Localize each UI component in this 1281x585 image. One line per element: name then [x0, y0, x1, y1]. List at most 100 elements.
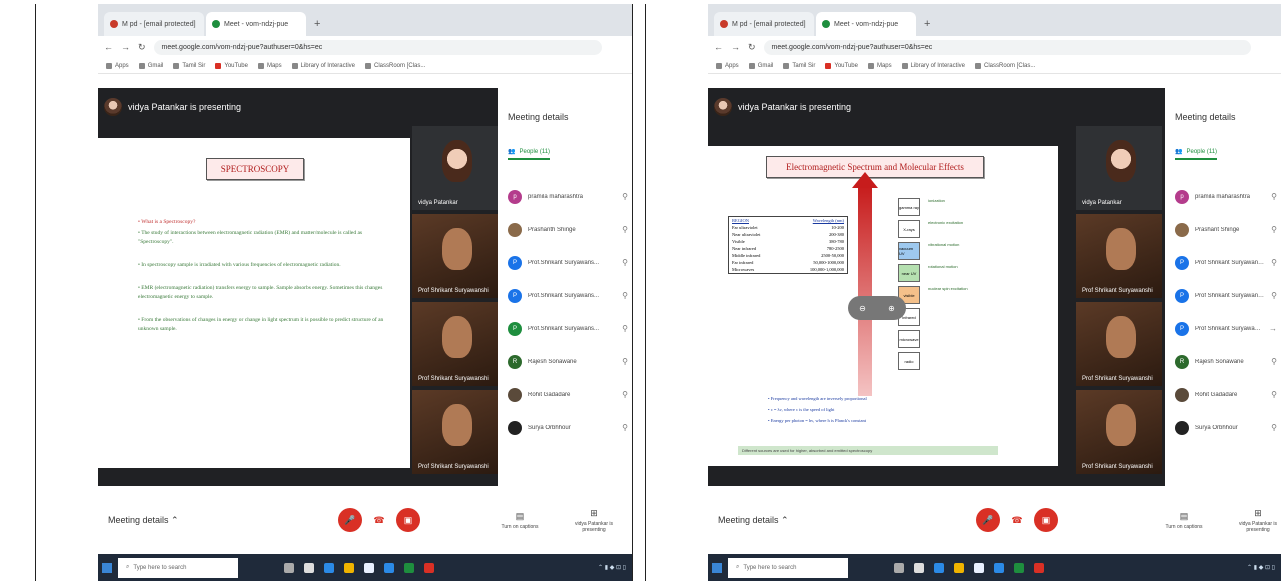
end-call-icon[interactable]: ☎	[1010, 515, 1024, 526]
participant-tile[interactable]: Prof Shrikant Suryawanshi	[412, 214, 498, 298]
pin-icon[interactable]: ⚲	[1271, 291, 1277, 300]
back-icon[interactable]: ←	[714, 42, 723, 52]
pin-icon[interactable]: ⚲	[622, 390, 628, 399]
new-tab-icon[interactable]: +	[918, 18, 936, 36]
list-item[interactable]: R Rajesh Sonawane ⚲	[508, 345, 628, 378]
app-icon[interactable]	[324, 562, 334, 573]
bookmark[interactable]: Maps	[257, 62, 282, 69]
pin-icon[interactable]: ⚲	[1271, 390, 1277, 399]
app-icon[interactable]	[934, 562, 944, 573]
list-item[interactable]: p pramila maharashtra ⚲	[508, 180, 628, 213]
present-button[interactable]: ⊞ vidya Patankar is presenting	[1236, 508, 1280, 533]
app-icon[interactable]	[364, 562, 374, 573]
list-item[interactable]: P Prof Shrikant Suryawans... ⚲	[1175, 246, 1277, 279]
app-icon[interactable]	[1034, 562, 1044, 573]
pin-icon[interactable]: ⚲	[622, 192, 628, 201]
participant-tile[interactable]: Prof Shrikant Suryawanshi	[412, 302, 498, 386]
url-field[interactable]: meet.google.com/vom-ndzj-pue?authuser=0&…	[763, 39, 1251, 55]
meeting-details-toggle[interactable]: Meeting details ⌃	[108, 515, 179, 526]
list-item[interactable]: R Rajesh Sonawane ⚲	[1175, 345, 1277, 378]
bookmark[interactable]: ClassRoom [Clas...	[364, 62, 425, 69]
reload-icon[interactable]: ↻	[748, 42, 756, 53]
taskbar-search[interactable]: ⌕ Type here to search	[118, 557, 238, 578]
bookmark[interactable]: Gmail	[138, 62, 163, 69]
tab-gmail[interactable]: M pd - [email protected]	[104, 12, 204, 36]
list-item[interactable]: P Prof.Shrikant Suryawans... ⚲	[508, 279, 628, 312]
windows-icon[interactable]	[102, 562, 112, 573]
list-item[interactable]: Prashanth Shinge ⚲	[508, 213, 628, 246]
back-icon[interactable]: ←	[104, 42, 113, 52]
pin-icon[interactable]: ⚲	[622, 357, 628, 366]
reload-icon[interactable]: ↻	[138, 42, 146, 53]
bookmark[interactable]: Apps	[716, 62, 739, 69]
url-field[interactable]: meet.google.com/vom-ndzj-pue?authuser=0&…	[153, 39, 602, 55]
participant-tile[interactable]: vidya Patankar	[1076, 126, 1162, 210]
app-icon[interactable]	[424, 562, 434, 573]
pin-icon[interactable]: ⚲	[1271, 357, 1277, 366]
list-item[interactable]: P Prof.Shrikant Suryawans... ⚲	[508, 312, 628, 345]
app-icon[interactable]	[974, 562, 984, 573]
app-icon[interactable]	[304, 562, 314, 573]
list-item[interactable]: Rohit Gadadare ⚲	[1175, 378, 1277, 411]
pin-icon[interactable]: ⚲	[1271, 192, 1277, 201]
bookmark[interactable]: Tamil Sir	[173, 62, 205, 69]
tab-meet[interactable]: Meet - vom-ndzj-pue	[816, 12, 916, 36]
new-tab-icon[interactable]: +	[308, 18, 326, 36]
participant-tile[interactable]: Prof Shrikant Suryawanshi	[1076, 302, 1162, 386]
participant-tile[interactable]: vidya Patankar	[412, 126, 498, 210]
pin-icon[interactable]: ⚲	[622, 225, 628, 234]
zoom-out-icon[interactable]: ⊖	[859, 304, 866, 313]
taskbar-search[interactable]: ⌕ Type here to search	[728, 557, 848, 578]
list-item[interactable]: P Prof Shrikant Suryawans... ⚲	[1175, 279, 1277, 312]
camera-off-icon[interactable]: ▣	[1034, 508, 1058, 532]
bookmark[interactable]: Maps	[867, 62, 892, 69]
bookmark[interactable]: Library of Interactive	[901, 62, 965, 69]
app-icon[interactable]	[384, 562, 394, 573]
app-icon[interactable]	[954, 562, 964, 573]
slide-zoom-control[interactable]: ⊖ ⊕	[848, 296, 906, 320]
pin-icon[interactable]: ⚲	[622, 291, 628, 300]
list-item[interactable]: Prashant Shinge ⚲	[1175, 213, 1277, 246]
pin-icon[interactable]: ⚲	[1271, 258, 1277, 267]
participant-tile[interactable]: Prof Shrikant Suryawanshi	[1076, 390, 1162, 474]
participant-tile[interactable]: Prof Shrikant Suryawanshi	[1076, 214, 1162, 298]
app-icon[interactable]	[1014, 562, 1024, 573]
bookmark[interactable]: Gmail	[748, 62, 773, 69]
system-tray[interactable]: ⌃ ▮ ◆ ⊡ ▯	[598, 564, 626, 571]
bookmark[interactable]: ClassRoom [Clas...	[974, 62, 1035, 69]
bookmark[interactable]: Tamil Sir	[783, 62, 815, 69]
windows-icon[interactable]	[712, 562, 722, 573]
forward-icon[interactable]: →	[121, 42, 130, 52]
list-item[interactable]: P Prof Shrikant Suryawans... →	[1175, 312, 1277, 345]
bookmark[interactable]: YouTube	[825, 62, 858, 69]
system-tray[interactable]: ⌃ ▮ ◆ ⊡ ▯	[1247, 564, 1275, 571]
pin-icon[interactable]: ⚲	[622, 423, 628, 432]
zoom-in-icon[interactable]: ⊕	[888, 304, 895, 313]
present-button[interactable]: ⊞ vidya Patankar is presenting	[572, 508, 616, 533]
pin-icon[interactable]: ⚲	[1271, 423, 1277, 432]
tab-people[interactable]: 👥 People (11)	[1175, 148, 1218, 160]
bookmark[interactable]: YouTube	[215, 62, 248, 69]
pin-icon[interactable]: ⚲	[622, 324, 628, 333]
meeting-details-toggle[interactable]: Meeting details ⌃	[718, 515, 789, 526]
bookmark[interactable]: Apps	[106, 62, 129, 69]
app-icon[interactable]	[994, 562, 1004, 573]
tab-gmail[interactable]: M pd - [email protected]	[714, 12, 814, 36]
bookmark[interactable]: Library of Interactive	[291, 62, 355, 69]
list-item[interactable]: Surya Orbhhour ⚲	[508, 411, 628, 444]
list-item[interactable]: Surya Orbhhour ⚲	[1175, 411, 1277, 444]
tab-meet[interactable]: Meet - vom-ndzj-pue	[206, 12, 306, 36]
camera-off-icon[interactable]: ▣	[396, 508, 420, 532]
pin-icon[interactable]: →	[1269, 324, 1277, 333]
app-icon[interactable]	[344, 562, 354, 573]
pin-icon[interactable]: ⚲	[622, 258, 628, 267]
list-item[interactable]: P Prof.Shrikant Suryawans... ⚲	[508, 246, 628, 279]
app-icon[interactable]	[914, 562, 924, 573]
captions-button[interactable]: ▤ Turn on captions	[1164, 511, 1204, 530]
captions-button[interactable]: ▤ Turn on captions	[500, 511, 540, 530]
app-icon[interactable]	[894, 562, 904, 573]
list-item[interactable]: p pramila maharashtra ⚲	[1175, 180, 1277, 213]
mic-off-icon[interactable]: 🎤	[338, 508, 362, 532]
list-item[interactable]: Rohit Gadadare ⚲	[508, 378, 628, 411]
app-icon[interactable]	[404, 562, 414, 573]
